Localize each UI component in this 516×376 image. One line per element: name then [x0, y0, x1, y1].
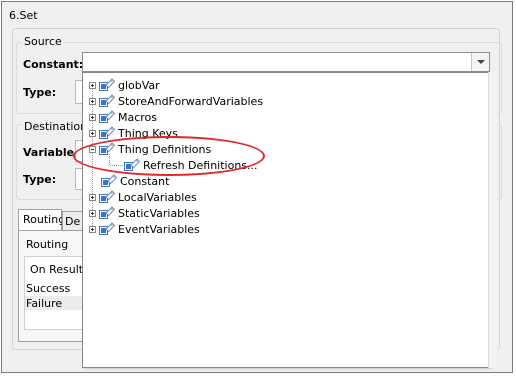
- tree-item-label: StaticVariables: [118, 206, 200, 220]
- source-type-label: Type:: [23, 86, 57, 99]
- tab-details[interactable]: De: [62, 211, 84, 231]
- tree-item-label: StoreAndForwardVariables: [118, 94, 264, 108]
- expand-plus-icon[interactable]: [89, 225, 96, 233]
- tree-item[interactable]: globVar: [89, 77, 160, 93]
- result-row-failure[interactable]: Failure: [26, 297, 62, 310]
- tree-item[interactable]: StaticVariables: [89, 205, 200, 221]
- destination-type-label: Type:: [23, 173, 57, 186]
- tree-item-label: Macros: [118, 110, 158, 124]
- routing-legend: Routing: [26, 238, 69, 251]
- dropdown-scrollbar[interactable]: [488, 72, 497, 368]
- variable-node-icon: [99, 78, 116, 92]
- variable-node-icon: [99, 222, 116, 236]
- source-legend: Source: [22, 35, 64, 48]
- on-result-header: On Result: [30, 263, 84, 276]
- chevron-down-icon: [476, 60, 485, 64]
- constant-label: Constant:: [23, 58, 84, 71]
- expand-plus-icon[interactable]: [89, 81, 96, 89]
- expand-plus-icon[interactable]: [89, 193, 96, 201]
- constant-dropdown-button[interactable]: [471, 53, 489, 71]
- highlight-ellipse: [73, 136, 265, 176]
- tree-item-label: LocalVariables: [118, 190, 197, 204]
- variable-node-icon: [101, 174, 118, 188]
- tree-item-label: EventVariables: [118, 222, 200, 236]
- variable-label: Variable:: [23, 146, 79, 159]
- variable-node-icon: [99, 94, 116, 108]
- expand-plus-icon[interactable]: [89, 209, 96, 217]
- destination-legend: Destination: [22, 120, 90, 133]
- variable-node-icon: [99, 190, 116, 204]
- dialog-title: 6.Set: [9, 9, 38, 22]
- tab-routing[interactable]: Routing: [18, 209, 65, 231]
- variable-node-icon: [99, 110, 116, 124]
- tree-item[interactable]: Macros: [89, 109, 157, 125]
- tree-item[interactable]: EventVariables: [89, 221, 200, 237]
- expand-plus-icon[interactable]: [89, 129, 96, 137]
- tree-item-label: globVar: [118, 78, 160, 92]
- expand-plus-icon[interactable]: [89, 113, 96, 121]
- tree-item[interactable]: LocalVariables: [89, 189, 197, 205]
- tree-item-label: Constant: [120, 174, 170, 188]
- variable-node-icon: [99, 206, 116, 220]
- tree-item[interactable]: StoreAndForwardVariables: [89, 93, 263, 109]
- expand-plus-icon[interactable]: [89, 97, 96, 105]
- constant-combo[interactable]: [82, 52, 490, 72]
- variable-node-icon: [99, 126, 116, 140]
- result-row-success[interactable]: Success: [26, 282, 70, 295]
